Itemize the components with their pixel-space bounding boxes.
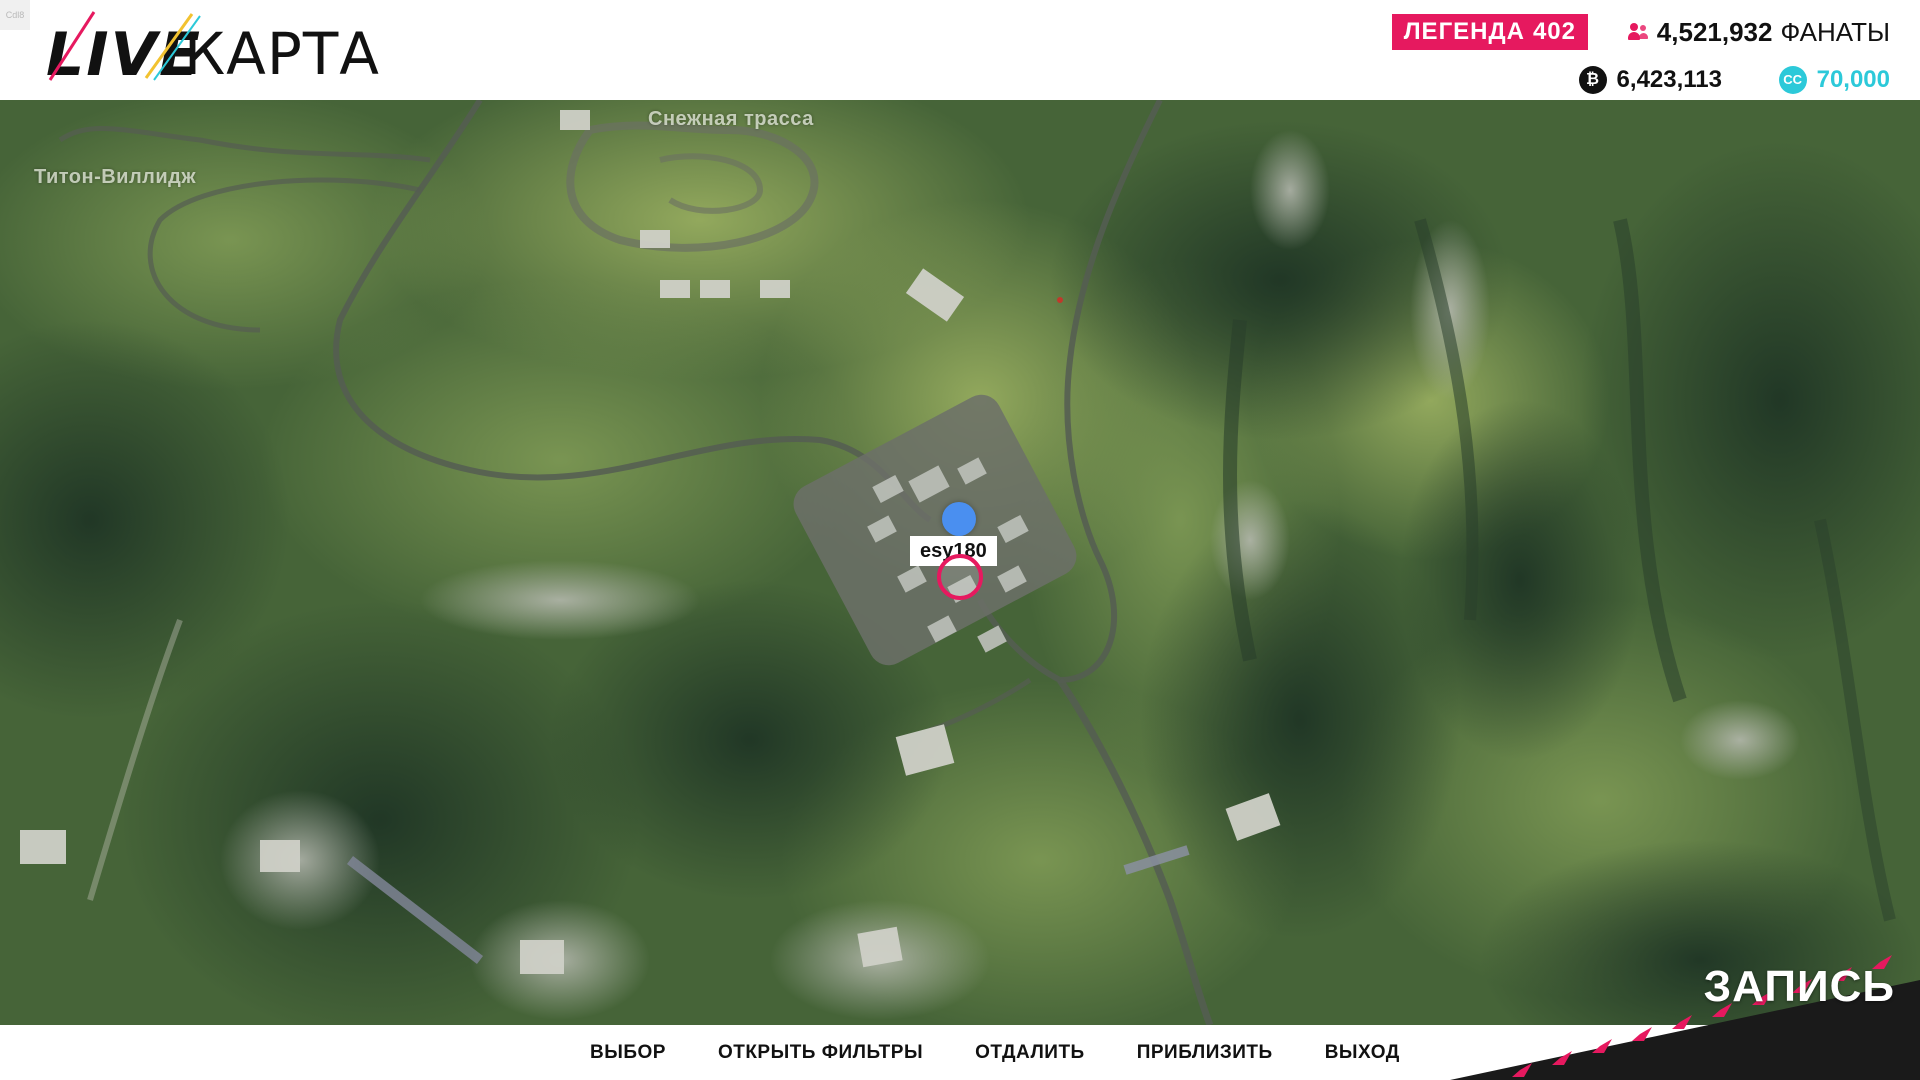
rank-badge: ЛЕГЕНДА 402 xyxy=(1391,14,1588,50)
map-label-village: Титон-Виллидж xyxy=(34,166,197,188)
select-button[interactable]: ВЫБОР xyxy=(590,1042,666,1064)
exit-button[interactable]: ВЫХОД xyxy=(1325,1042,1400,1064)
credits-counter: ₿ 6,423,113 xyxy=(1578,62,1722,98)
forza-points-counter: CC 70,000 xyxy=(1778,62,1890,98)
record-label: ЗАПИСЬ xyxy=(1703,962,1895,1011)
rank-value: 402 xyxy=(1532,18,1576,45)
corner-tag: Cdl8 xyxy=(0,0,30,30)
top-bar: Cdl8 LIVE КАРТА ЛЕГЕНДА 402 4,521,932 ФА… xyxy=(0,0,1920,100)
forza-points-value: 70,000 xyxy=(1816,66,1890,93)
action-hints: ВЫБОР ОТКРЫТЬ ФИЛЬТРЫ ОТДАЛИТЬ ПРИБЛИЗИТ… xyxy=(590,1025,1400,1080)
logo-live-text: LIVE xyxy=(46,20,202,90)
logo-map-text: КАРТА xyxy=(184,20,380,88)
credits-icon: ₿ xyxy=(1578,66,1607,94)
fans-icon xyxy=(1627,23,1649,41)
forza-points-icon: CC xyxy=(1778,66,1807,94)
record-corner: ЗАПИСЬ xyxy=(1450,950,1920,1080)
open-filters-button[interactable]: ОТКРЫТЬ ФИЛЬТРЫ xyxy=(718,1042,923,1064)
fans-counter: 4,521,932 ФАНАТЫ xyxy=(1627,14,1890,50)
rank-label: ЛЕГЕНДА xyxy=(1403,18,1525,45)
live-map-logo: LIVE КАРТА xyxy=(42,8,382,90)
fans-label: ФАНАТЫ xyxy=(1780,16,1890,47)
world-map[interactable]: Снежная трасса Титон-Виллидж esy180 xyxy=(0,100,1920,1025)
map-label-snow-track: Снежная трасса xyxy=(648,108,814,130)
fans-count: 4,521,932 xyxy=(1656,16,1773,47)
map-cursor-icon[interactable] xyxy=(937,554,983,600)
credits-value: 6,423,113 xyxy=(1616,66,1722,93)
zoom-in-button[interactable]: ПРИБЛИЗИТЬ xyxy=(1137,1042,1273,1064)
player-location-icon[interactable] xyxy=(942,502,976,536)
player-stats: ЛЕГЕНДА 402 4,521,932 ФАНАТЫ ₿ 6,423,113… xyxy=(1370,12,1890,94)
zoom-out-button[interactable]: ОТДАЛИТЬ xyxy=(975,1042,1085,1064)
